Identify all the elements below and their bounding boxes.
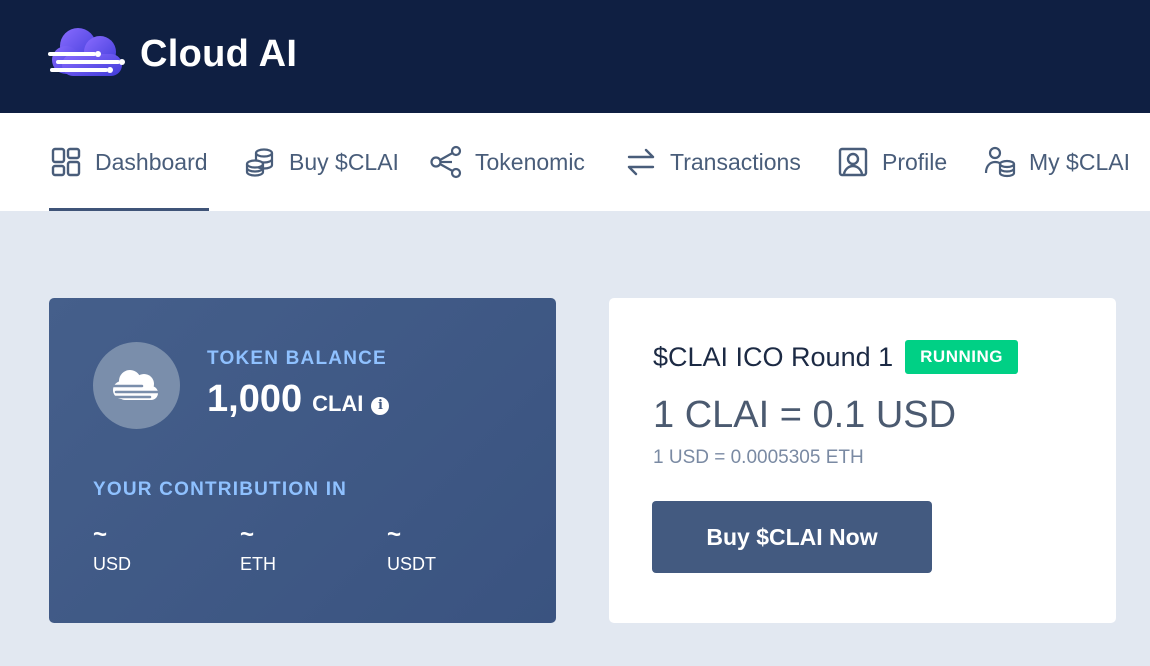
user-coins-icon bbox=[983, 145, 1017, 179]
nav-label: Buy $CLAI bbox=[289, 148, 399, 175]
cloud-logo-icon bbox=[108, 369, 161, 400]
contribution-usd: ~ USD bbox=[93, 521, 132, 575]
share-nodes-icon bbox=[429, 145, 463, 179]
main-nav: Dashboard Buy $CLAI Tokenomic Transactio… bbox=[0, 113, 1150, 211]
nav-buy[interactable]: Buy $CLAI bbox=[243, 113, 399, 211]
contribution-amount: ~ bbox=[240, 521, 255, 548]
brand[interactable]: Cloud AI bbox=[48, 24, 297, 84]
ico-eth-rate: 1 USD = 0.0005305 ETH bbox=[653, 447, 864, 468]
nav-tokenomic[interactable]: Tokenomic bbox=[429, 113, 585, 211]
token-balance-unit: CLAI bbox=[312, 391, 364, 416]
brand-name: Cloud AI bbox=[140, 33, 298, 75]
ico-round-card: $CLAI ICO Round 1 RUNNING 1 CLAI = 0.1 U… bbox=[609, 298, 1116, 623]
nav-label: Profile bbox=[882, 148, 948, 175]
nav-dashboard[interactable]: Dashboard bbox=[49, 113, 209, 211]
nav-my-clai[interactable]: My $CLAI bbox=[983, 113, 1130, 211]
nav-label: Tokenomic bbox=[475, 148, 585, 175]
nav-label: My $CLAI bbox=[1029, 148, 1130, 175]
coins-icon bbox=[243, 145, 277, 179]
ico-title: $CLAI ICO Round 1 bbox=[653, 341, 894, 372]
top-header: Cloud AI bbox=[0, 0, 1150, 113]
grid-icon bbox=[49, 145, 83, 179]
contribution-eth: ~ ETH bbox=[240, 521, 276, 575]
nav-label: Dashboard bbox=[95, 148, 208, 175]
token-balance-value: 1,000 CLAI i bbox=[207, 378, 390, 421]
user-card-icon bbox=[836, 145, 870, 179]
cloud-logo-icon bbox=[48, 28, 125, 76]
nav-label: Transactions bbox=[670, 148, 801, 175]
token-avatar bbox=[93, 342, 180, 429]
contribution-currency: ETH bbox=[240, 554, 276, 574]
contribution-currency: USDT bbox=[387, 554, 436, 574]
contribution-label: YOUR CONTRIBUTION IN bbox=[93, 479, 348, 500]
nav-profile[interactable]: Profile bbox=[836, 113, 947, 211]
contribution-amount: ~ bbox=[387, 521, 402, 548]
buy-now-button[interactable]: Buy $CLAI Now bbox=[652, 501, 932, 573]
arrows-exchange-icon bbox=[624, 145, 658, 179]
contribution-usdt: ~ USDT bbox=[387, 521, 436, 575]
ico-rate: 1 CLAI = 0.1 USD bbox=[653, 394, 957, 436]
status-badge: RUNNING bbox=[905, 340, 1018, 374]
token-balance-amount: 1,000 bbox=[207, 378, 303, 420]
token-balance-card: TOKEN BALANCE 1,000 CLAI i YOUR CONTRIBU… bbox=[49, 298, 556, 623]
info-icon[interactable]: i bbox=[371, 396, 390, 415]
contribution-amount: ~ bbox=[93, 521, 108, 548]
nav-transactions[interactable]: Transactions bbox=[624, 113, 801, 211]
contribution-currency: USD bbox=[93, 554, 132, 574]
token-balance-label: TOKEN BALANCE bbox=[207, 348, 387, 369]
ico-title-row: $CLAI ICO Round 1 RUNNING bbox=[653, 340, 1018, 374]
